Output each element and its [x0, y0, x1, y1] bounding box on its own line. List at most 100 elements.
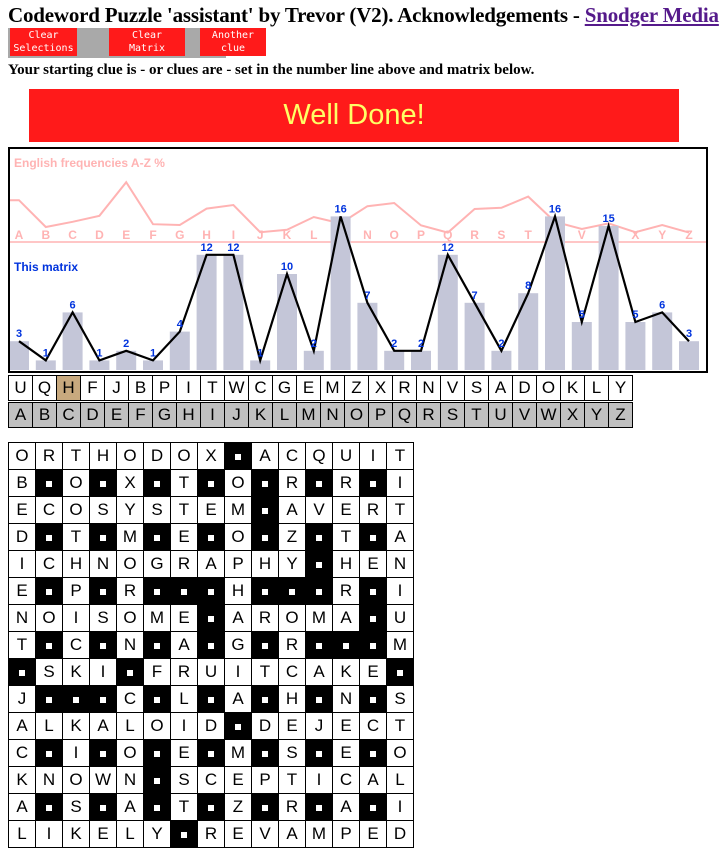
cipher-cell-9[interactable]: W	[224, 375, 249, 401]
letter-cell[interactable]: S	[62, 793, 90, 821]
letter-cell[interactable]: U	[332, 442, 360, 470]
cipher-cell-3[interactable]: F	[80, 375, 105, 401]
letter-cell[interactable]: R	[359, 496, 387, 524]
letter-cell[interactable]: A	[170, 631, 198, 659]
letter-cell[interactable]: D	[386, 820, 414, 848]
letter-cell[interactable]: K	[62, 712, 90, 740]
letter-cell[interactable]: C	[332, 766, 360, 794]
letter-cell[interactable]: R	[170, 550, 198, 578]
alphabet-cell-16[interactable]: Q	[392, 402, 417, 428]
letter-cell[interactable]: Y	[278, 550, 306, 578]
cipher-cell-5[interactable]: B	[128, 375, 153, 401]
letter-cell[interactable]: E	[359, 550, 387, 578]
letter-cell[interactable]: E	[8, 496, 36, 524]
letter-cell[interactable]: A	[8, 793, 36, 821]
letter-cell[interactable]: M	[386, 631, 414, 659]
letter-cell[interactable]: G	[143, 550, 171, 578]
letter-cell[interactable]: R	[170, 658, 198, 686]
letter-cell[interactable]: I	[386, 793, 414, 821]
letter-cell[interactable]: N	[386, 550, 414, 578]
letter-cell[interactable]: K	[8, 766, 36, 794]
letter-cell[interactable]: M	[143, 604, 171, 632]
letter-cell[interactable]: O	[35, 604, 63, 632]
letter-cell[interactable]: A	[278, 820, 306, 848]
letter-cell[interactable]: Y	[143, 820, 171, 848]
letter-cell[interactable]: E	[332, 496, 360, 524]
letter-cell[interactable]: F	[143, 658, 171, 686]
letter-cell[interactable]: O	[62, 766, 90, 794]
letter-cell[interactable]: L	[386, 766, 414, 794]
letter-cell[interactable]: E	[359, 820, 387, 848]
letter-cell[interactable]: U	[386, 604, 414, 632]
letter-cell[interactable]: C	[278, 658, 306, 686]
letter-cell[interactable]: O	[116, 604, 144, 632]
letter-cell[interactable]: J	[8, 685, 36, 713]
cipher-cell-19[interactable]: S	[464, 375, 489, 401]
cipher-cell-12[interactable]: E	[296, 375, 321, 401]
alphabet-cell-11[interactable]: L	[272, 402, 297, 428]
letter-cell[interactable]: N	[116, 631, 144, 659]
letter-cell[interactable]: T	[251, 658, 279, 686]
cipher-cell-20[interactable]: A	[488, 375, 513, 401]
cipher-cell-18[interactable]: V	[440, 375, 465, 401]
letter-cell[interactable]: E	[8, 577, 36, 605]
letter-cell[interactable]: X	[116, 469, 144, 497]
letter-cell[interactable]: T	[8, 631, 36, 659]
letter-cell[interactable]: A	[332, 604, 360, 632]
alphabet-cell-15[interactable]: P	[368, 402, 393, 428]
alphabet-cell-9[interactable]: J	[224, 402, 249, 428]
letter-cell[interactable]: V	[251, 820, 279, 848]
alphabet-cell-12[interactable]: M	[296, 402, 321, 428]
letter-cell[interactable]: L	[170, 685, 198, 713]
letter-cell[interactable]: E	[359, 658, 387, 686]
letter-cell[interactable]: D	[8, 523, 36, 551]
letter-cell[interactable]: L	[35, 712, 63, 740]
letter-cell[interactable]: O	[278, 604, 306, 632]
letter-cell[interactable]: O	[116, 442, 144, 470]
letter-cell[interactable]: A	[305, 658, 333, 686]
letter-cell[interactable]: T	[332, 523, 360, 551]
letter-cell[interactable]: K	[62, 820, 90, 848]
cipher-cell-25[interactable]: Y	[608, 375, 633, 401]
letter-cell[interactable]: R	[332, 577, 360, 605]
letter-cell[interactable]: H	[224, 577, 252, 605]
letter-cell[interactable]: D	[143, 442, 171, 470]
letter-cell[interactable]: S	[89, 604, 117, 632]
alphabet-cell-2[interactable]: C	[56, 402, 81, 428]
letter-cell[interactable]: E	[224, 766, 252, 794]
cipher-cell-4[interactable]: J	[104, 375, 129, 401]
alphabet-cell-3[interactable]: D	[80, 402, 105, 428]
alphabet-cell-24[interactable]: Y	[584, 402, 609, 428]
cipher-cell-13[interactable]: M	[320, 375, 345, 401]
alphabet-cell-22[interactable]: W	[536, 402, 561, 428]
cipher-cell-14[interactable]: Z	[344, 375, 369, 401]
letter-cell[interactable]: O	[62, 469, 90, 497]
letter-cell[interactable]: R	[35, 442, 63, 470]
cipher-cell-24[interactable]: L	[584, 375, 609, 401]
cipher-cell-2[interactable]: H	[56, 375, 81, 401]
letter-cell[interactable]: T	[386, 442, 414, 470]
letter-cell[interactable]: I	[170, 712, 198, 740]
letter-cell[interactable]: I	[359, 442, 387, 470]
letter-cell[interactable]: R	[197, 820, 225, 848]
cipher-cell-17[interactable]: N	[416, 375, 441, 401]
alphabet-cell-21[interactable]: V	[512, 402, 537, 428]
letter-cell[interactable]: D	[251, 712, 279, 740]
letter-cell[interactable]: H	[251, 550, 279, 578]
letter-cell[interactable]: N	[332, 685, 360, 713]
another-clue-button[interactable]: Another clue	[200, 28, 266, 56]
letter-cell[interactable]: C	[35, 496, 63, 524]
letter-cell[interactable]: O	[386, 739, 414, 767]
letter-cell[interactable]: O	[8, 442, 36, 470]
letter-cell[interactable]: D	[197, 712, 225, 740]
alphabet-cell-0[interactable]: A	[8, 402, 33, 428]
letter-cell[interactable]: I	[305, 766, 333, 794]
letter-cell[interactable]: A	[386, 523, 414, 551]
letter-cell[interactable]: E	[89, 820, 117, 848]
alphabet-cell-23[interactable]: X	[560, 402, 585, 428]
letter-cell[interactable]: C	[359, 712, 387, 740]
acknowledgement-link[interactable]: Snodger Media	[585, 3, 719, 27]
letter-cell[interactable]: O	[116, 550, 144, 578]
letter-cell[interactable]: B	[8, 469, 36, 497]
clear-matrix-button[interactable]: Clear Matrix	[109, 28, 185, 56]
